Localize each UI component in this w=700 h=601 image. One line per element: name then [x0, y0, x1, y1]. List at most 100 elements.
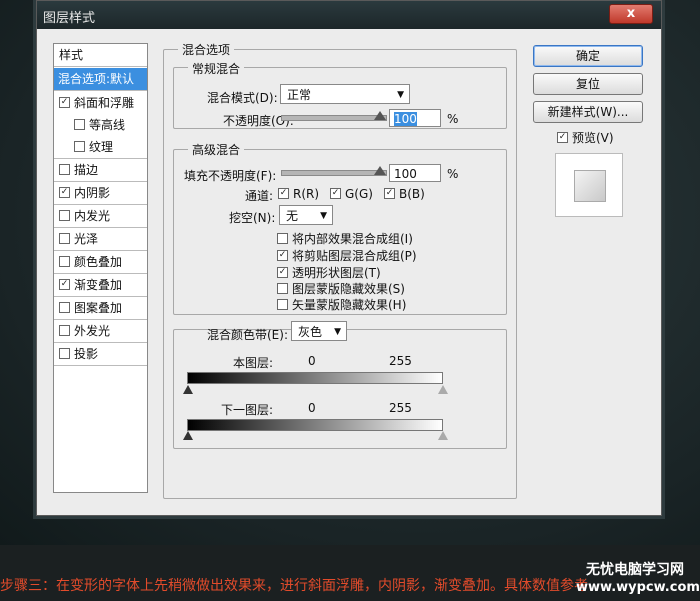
- checkbox[interactable]: [277, 233, 288, 244]
- knockout-value: 无: [286, 209, 299, 223]
- style-item-label: 光泽: [74, 232, 99, 246]
- section-title: 混合选项: [178, 41, 235, 58]
- style-preview: [555, 153, 623, 217]
- option-label: 图层蒙版隐藏效果(S): [292, 282, 405, 296]
- channel-r-label: R(R): [293, 187, 320, 201]
- style-item-color-overlay[interactable]: 颜色叠加: [59, 251, 152, 273]
- checkbox[interactable]: ✓: [59, 187, 70, 198]
- chevron-down-icon: ▼: [334, 327, 341, 337]
- knockout-select[interactable]: 无 ▼: [279, 205, 333, 225]
- under-layer-white-slider[interactable]: [438, 431, 448, 440]
- option-vector-mask-hides[interactable]: 矢量蒙版隐藏效果(H): [277, 296, 406, 313]
- preview-label: 预览(V): [572, 131, 614, 145]
- blend-mode-value: 正常: [287, 88, 312, 102]
- close-button[interactable]: x: [609, 4, 653, 24]
- option-label: 将内部效果混合成组(I): [292, 232, 413, 246]
- style-item-label: 斜面和浮雕: [74, 96, 135, 110]
- layer-style-dialog: 图层样式 x 样式 混合选项:默认 ✓ 斜面和浮雕 等高线 纹理 描边 ✓ 内阴影 …: [36, 0, 662, 516]
- checkbox[interactable]: [59, 325, 70, 336]
- fill-opacity-label: 填充不透明度(F):: [184, 169, 277, 183]
- style-item-inner-shadow[interactable]: ✓ 内阴影: [59, 182, 152, 204]
- checkbox[interactable]: [59, 233, 70, 244]
- checkbox[interactable]: ✓: [59, 97, 70, 108]
- blend-mode-select[interactable]: 正常 ▼: [280, 84, 410, 104]
- under-layer-max: 255: [389, 401, 412, 415]
- blend-mode-label: 混合模式(D):: [207, 91, 278, 105]
- divider: [54, 90, 147, 91]
- checkbox[interactable]: [59, 348, 70, 359]
- channel-b[interactable]: ✓ B(B): [384, 187, 425, 201]
- channel-r[interactable]: ✓ R(R): [278, 187, 319, 201]
- opacity-slider-track[interactable]: [281, 115, 387, 121]
- watermark-url: www.wypcw.com: [576, 580, 700, 595]
- fill-opacity-slider-thumb[interactable]: [374, 166, 386, 175]
- this-layer-min: 0: [308, 354, 316, 368]
- style-item-label: 内发光: [74, 209, 111, 223]
- checkbox[interactable]: ✓: [278, 188, 289, 199]
- checkbox[interactable]: [277, 299, 288, 310]
- style-item-blending-options[interactable]: 混合选项:默认: [54, 68, 147, 90]
- title-bar[interactable]: 图层样式 x: [37, 1, 661, 29]
- option-blend-clipped[interactable]: ✓ 将剪贴图层混合成组(P): [277, 247, 417, 264]
- style-item-label: 投影: [74, 347, 99, 361]
- checkbox[interactable]: [277, 283, 288, 294]
- new-style-button[interactable]: 新建样式(W)...: [533, 101, 643, 123]
- style-item-texture[interactable]: 纹理: [74, 136, 167, 158]
- fill-opacity-input[interactable]: 100: [389, 164, 441, 182]
- style-item-stroke[interactable]: 描边: [59, 159, 152, 181]
- channel-b-label: B(B): [399, 187, 425, 201]
- style-item-label: 等高线: [89, 118, 126, 132]
- checkbox[interactable]: ✓: [277, 267, 288, 278]
- opacity-slider-thumb[interactable]: [374, 111, 386, 120]
- style-item-bevel-emboss[interactable]: ✓ 斜面和浮雕: [59, 92, 152, 114]
- preview-toggle[interactable]: ✓ 预览(V): [557, 129, 614, 146]
- style-item-label: 渐变叠加: [74, 278, 123, 292]
- style-item-contour[interactable]: 等高线: [74, 114, 167, 136]
- option-label: 透明形状图层(T): [292, 266, 381, 280]
- knockout-label: 挖空(N):: [229, 211, 276, 225]
- checkbox[interactable]: [59, 164, 70, 175]
- style-item-gradient-overlay[interactable]: ✓ 渐变叠加: [59, 274, 152, 296]
- channel-g[interactable]: ✓ G(G): [330, 187, 373, 201]
- checkbox[interactable]: ✓: [330, 188, 341, 199]
- checkbox[interactable]: ✓: [384, 188, 395, 199]
- chevron-down-icon: ▼: [397, 90, 404, 100]
- fill-opacity-slider-track[interactable]: [281, 170, 387, 176]
- checkbox[interactable]: [59, 256, 70, 267]
- style-item-pattern-overlay[interactable]: 图案叠加: [59, 297, 152, 319]
- tutorial-caption: 步骤三：在变形的字体上先稍微做出效果来，进行斜面浮雕，内阴影，渐变叠加。具体数值…: [0, 578, 588, 594]
- percent-sign: %: [447, 167, 459, 181]
- blend-if-select[interactable]: 灰色 ▼: [291, 321, 347, 341]
- under-layer-black-slider[interactable]: [183, 431, 193, 440]
- style-item-inner-glow[interactable]: 内发光: [59, 205, 152, 227]
- checkbox[interactable]: [74, 119, 85, 130]
- checkbox[interactable]: [59, 210, 70, 221]
- option-layer-mask-hides[interactable]: 图层蒙版隐藏效果(S): [277, 280, 405, 297]
- divider: [54, 365, 147, 366]
- blend-if-value: 灰色: [298, 325, 323, 339]
- reset-button[interactable]: 复位: [533, 73, 643, 95]
- style-item-drop-shadow[interactable]: 投影: [59, 343, 152, 365]
- checkbox[interactable]: [74, 141, 85, 152]
- opacity-input[interactable]: 100: [389, 109, 441, 127]
- style-item-label: 内阴影: [74, 186, 111, 200]
- checkbox[interactable]: [59, 302, 70, 313]
- option-blend-interior[interactable]: 将内部效果混合成组(I): [277, 230, 413, 247]
- preview-swatch: [574, 170, 606, 202]
- general-blending-title: 常规混合: [188, 60, 245, 77]
- style-item-outer-glow[interactable]: 外发光: [59, 320, 152, 342]
- this-layer-white-slider[interactable]: [438, 385, 448, 394]
- checkbox[interactable]: ✓: [557, 132, 568, 143]
- under-layer-label: 下一图层:: [221, 403, 274, 417]
- option-transparency-shapes[interactable]: ✓ 透明形状图层(T): [277, 264, 381, 281]
- checkbox[interactable]: ✓: [59, 279, 70, 290]
- fill-opacity-value: 100: [394, 167, 417, 181]
- channel-g-label: G(G): [345, 187, 373, 201]
- styles-header[interactable]: 样式: [59, 44, 152, 66]
- checkbox[interactable]: ✓: [277, 250, 288, 261]
- this-layer-black-slider[interactable]: [183, 385, 193, 394]
- style-item-satin[interactable]: 光泽: [59, 228, 152, 250]
- option-label: 将剪贴图层混合成组(P): [292, 249, 417, 263]
- ok-button[interactable]: 确定: [533, 45, 643, 67]
- site-watermark: 无忧电脑学习网 www.wypcw.com: [576, 562, 700, 596]
